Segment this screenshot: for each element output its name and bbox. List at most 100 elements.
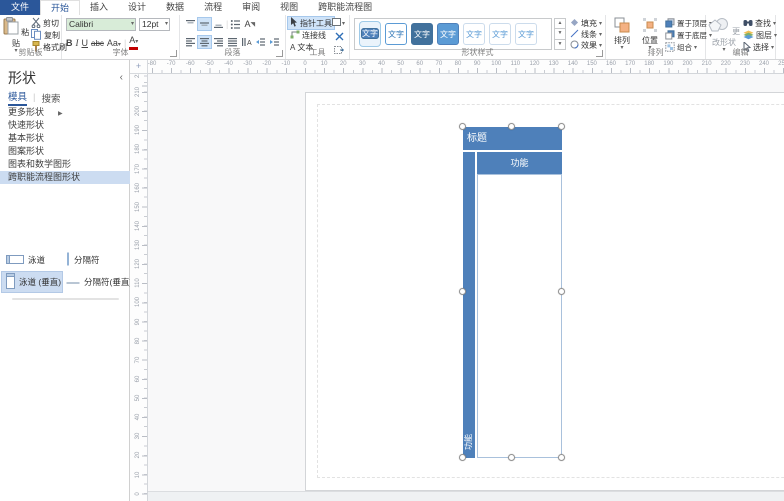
gallery-scroll-down[interactable]: ▼ <box>554 29 566 39</box>
ruler-label: 250 <box>774 61 784 67</box>
group-label-clipboard: 剪贴板 <box>0 47 61 58</box>
tab-stencils[interactable]: 模具 <box>8 89 27 106</box>
chevron-right-icon: ▶ <box>58 111 63 117</box>
ruler-label: 90 <box>468 61 486 67</box>
selection-handle[interactable] <box>459 123 466 130</box>
tab-data[interactable]: 数据 <box>156 0 194 15</box>
ruler-label: 200 <box>679 61 697 67</box>
stencil-item-chart-math-shapes[interactable]: 图表和数学图形 <box>0 158 130 171</box>
stencil-item-pattern-shapes[interactable]: 图案形状 <box>0 145 130 158</box>
stencil-shape-swimlane[interactable]: 泳道 <box>2 250 62 270</box>
tab-review[interactable]: 审阅 <box>232 0 270 15</box>
autosize-text-icon[interactable]: A◥ <box>243 18 256 30</box>
bullets-icon[interactable] <box>229 18 242 30</box>
separator-icon <box>66 252 70 268</box>
font-size-select[interactable]: 12pt▾ <box>139 18 170 31</box>
draw-rectangle-button[interactable]: ▾ <box>332 18 346 29</box>
group-arrange: 排列▾ 位置▾ 置于顶层▾ 置于底层▾ 组合▾ 排列 <box>606 15 706 59</box>
font-family-select[interactable]: Calibri▾ <box>66 18 136 31</box>
selection-handle[interactable] <box>558 454 565 461</box>
fill-button[interactable]: 填充▾ <box>570 18 604 29</box>
panel-collapse-icon[interactable]: ‹ <box>120 72 123 83</box>
shape-style-swatch[interactable]: 文字 <box>385 23 407 45</box>
swimlane-side-bar[interactable] <box>463 152 475 458</box>
swimlane-vertical-icon <box>6 273 15 291</box>
selection-handle[interactable] <box>558 123 565 130</box>
stencil-list: 更多形状▶ 快速形状 基本形状 图案形状 图表和数学图形 跨职能流程图形状 <box>0 106 130 184</box>
selection-handle[interactable] <box>558 288 565 295</box>
send-to-back-button[interactable]: 置于底层▾ <box>665 30 712 41</box>
swimlane-lane-side-label: 功能 <box>463 430 475 454</box>
tab-view[interactable]: 视图 <box>270 0 308 15</box>
layers-button[interactable]: 图层▾ <box>743 30 777 41</box>
ruler-label: 230 <box>736 61 754 67</box>
ruler-label: 160 <box>602 61 620 67</box>
group-label-editing: 编辑 <box>706 47 775 58</box>
layers-icon <box>743 30 754 42</box>
position-button[interactable]: 位置▾ <box>637 17 663 51</box>
ruler-label: 20 <box>334 61 352 67</box>
ruler-label: 100 <box>487 61 505 67</box>
ruler-label: 80 <box>130 332 147 350</box>
connector-icon <box>290 29 300 41</box>
ruler-label: 220 <box>717 61 735 67</box>
panel-scroll-thumb[interactable] <box>12 298 119 300</box>
ribbon-tab-row: 文件 开始 插入 设计 数据 流程 审阅 视图 跨职能流程图 <box>0 0 784 15</box>
visio-window: 文件 开始 插入 设计 数据 流程 审阅 视图 跨职能流程图 粘贴▾ 剪切 复制… <box>0 0 784 501</box>
align-bottom-icon[interactable] <box>212 18 225 30</box>
connector-tool-button[interactable]: 连接线 <box>288 29 334 41</box>
stencil-item-basic-shapes[interactable]: 基本形状 <box>0 132 130 145</box>
arrange-button[interactable]: 排列▾ <box>609 17 635 51</box>
ruler-label: 30 <box>353 61 371 67</box>
swimlane-lane-header[interactable]: 功能 <box>477 152 562 174</box>
shape-style-swatch[interactable]: 文字 <box>515 23 537 45</box>
swimlane-vertical-shape[interactable]: 标题 功能 功能 <box>463 127 562 458</box>
swimlane-title-bar[interactable]: 标题 <box>463 127 562 150</box>
pointer-tool-button[interactable]: 指针工具 <box>288 17 334 29</box>
align-top-icon[interactable] <box>184 18 197 30</box>
horizontal-scrollbar-track[interactable] <box>148 491 784 501</box>
selection-handle[interactable] <box>508 123 515 130</box>
shape-style-swatch[interactable]: 文字 <box>489 23 511 45</box>
tab-design[interactable]: 设计 <box>118 0 156 15</box>
drawing-canvas[interactable]: + -80-70-60-50-40-30-20-1001020304050607… <box>130 60 784 501</box>
stencil-shape-separator[interactable]: 分隔符 <box>62 250 126 270</box>
ruler-label: 170 <box>130 160 147 178</box>
tab-file[interactable]: 文件 <box>0 0 40 15</box>
shape-style-swatch[interactable]: 文字 <box>411 23 433 45</box>
ruler-corner: + <box>130 60 148 74</box>
tab-search[interactable]: 搜索 <box>41 91 60 105</box>
find-button[interactable]: 查找▾ <box>743 18 777 29</box>
stencil-item-more-shapes[interactable]: 更多形状▶ <box>0 106 130 119</box>
stencil-item-quick-shapes[interactable]: 快速形状 <box>0 119 130 132</box>
stencil-item-cff-shapes[interactable]: 跨职能流程图形状 <box>0 171 130 184</box>
group-paragraph: | A◥ A 段落 <box>180 15 286 59</box>
svg-text:▾: ▾ <box>342 21 345 27</box>
swimlane-lane-body[interactable] <box>477 174 562 458</box>
ruler-label: 140 <box>564 61 582 67</box>
tab-home[interactable]: 开始 <box>40 0 80 15</box>
stencil-shape-separator-vertical[interactable]: 分隔符(垂直) <box>62 272 126 292</box>
ruler-label: 10 <box>130 466 147 484</box>
ruler-label: 80 <box>449 61 467 67</box>
bring-to-front-button[interactable]: 置于顶层▾ <box>665 18 712 29</box>
gallery-scroll-up[interactable]: ▲ <box>554 18 566 29</box>
stencil-shape-swimlane-vertical[interactable]: 泳道 (垂直) <box>2 272 62 292</box>
ruler-vertical: 0102030405060708090100110120130140150160… <box>130 74 148 501</box>
bring-front-icon <box>665 18 675 30</box>
tab-cross-functional-flowchart[interactable]: 跨职能流程图 <box>308 0 382 15</box>
selection-handle[interactable] <box>459 454 466 461</box>
selection-handle[interactable] <box>508 454 515 461</box>
group-label-font: 字体 <box>62 47 179 58</box>
tab-process[interactable]: 流程 <box>194 0 232 15</box>
shape-style-swatch[interactable]: 文字 <box>463 23 485 45</box>
connection-point-button[interactable] <box>335 32 344 43</box>
selection-handle[interactable] <box>459 288 466 295</box>
ruler-label: 0 <box>296 61 314 67</box>
align-middle-icon[interactable] <box>198 18 211 30</box>
line-button[interactable]: 线条▾ <box>570 29 604 40</box>
ruler-label: 110 <box>130 274 147 292</box>
shape-style-swatch[interactable]: 文字 <box>437 23 459 45</box>
tab-insert[interactable]: 插入 <box>80 0 118 15</box>
shape-style-swatch[interactable]: 文字 <box>361 28 379 39</box>
